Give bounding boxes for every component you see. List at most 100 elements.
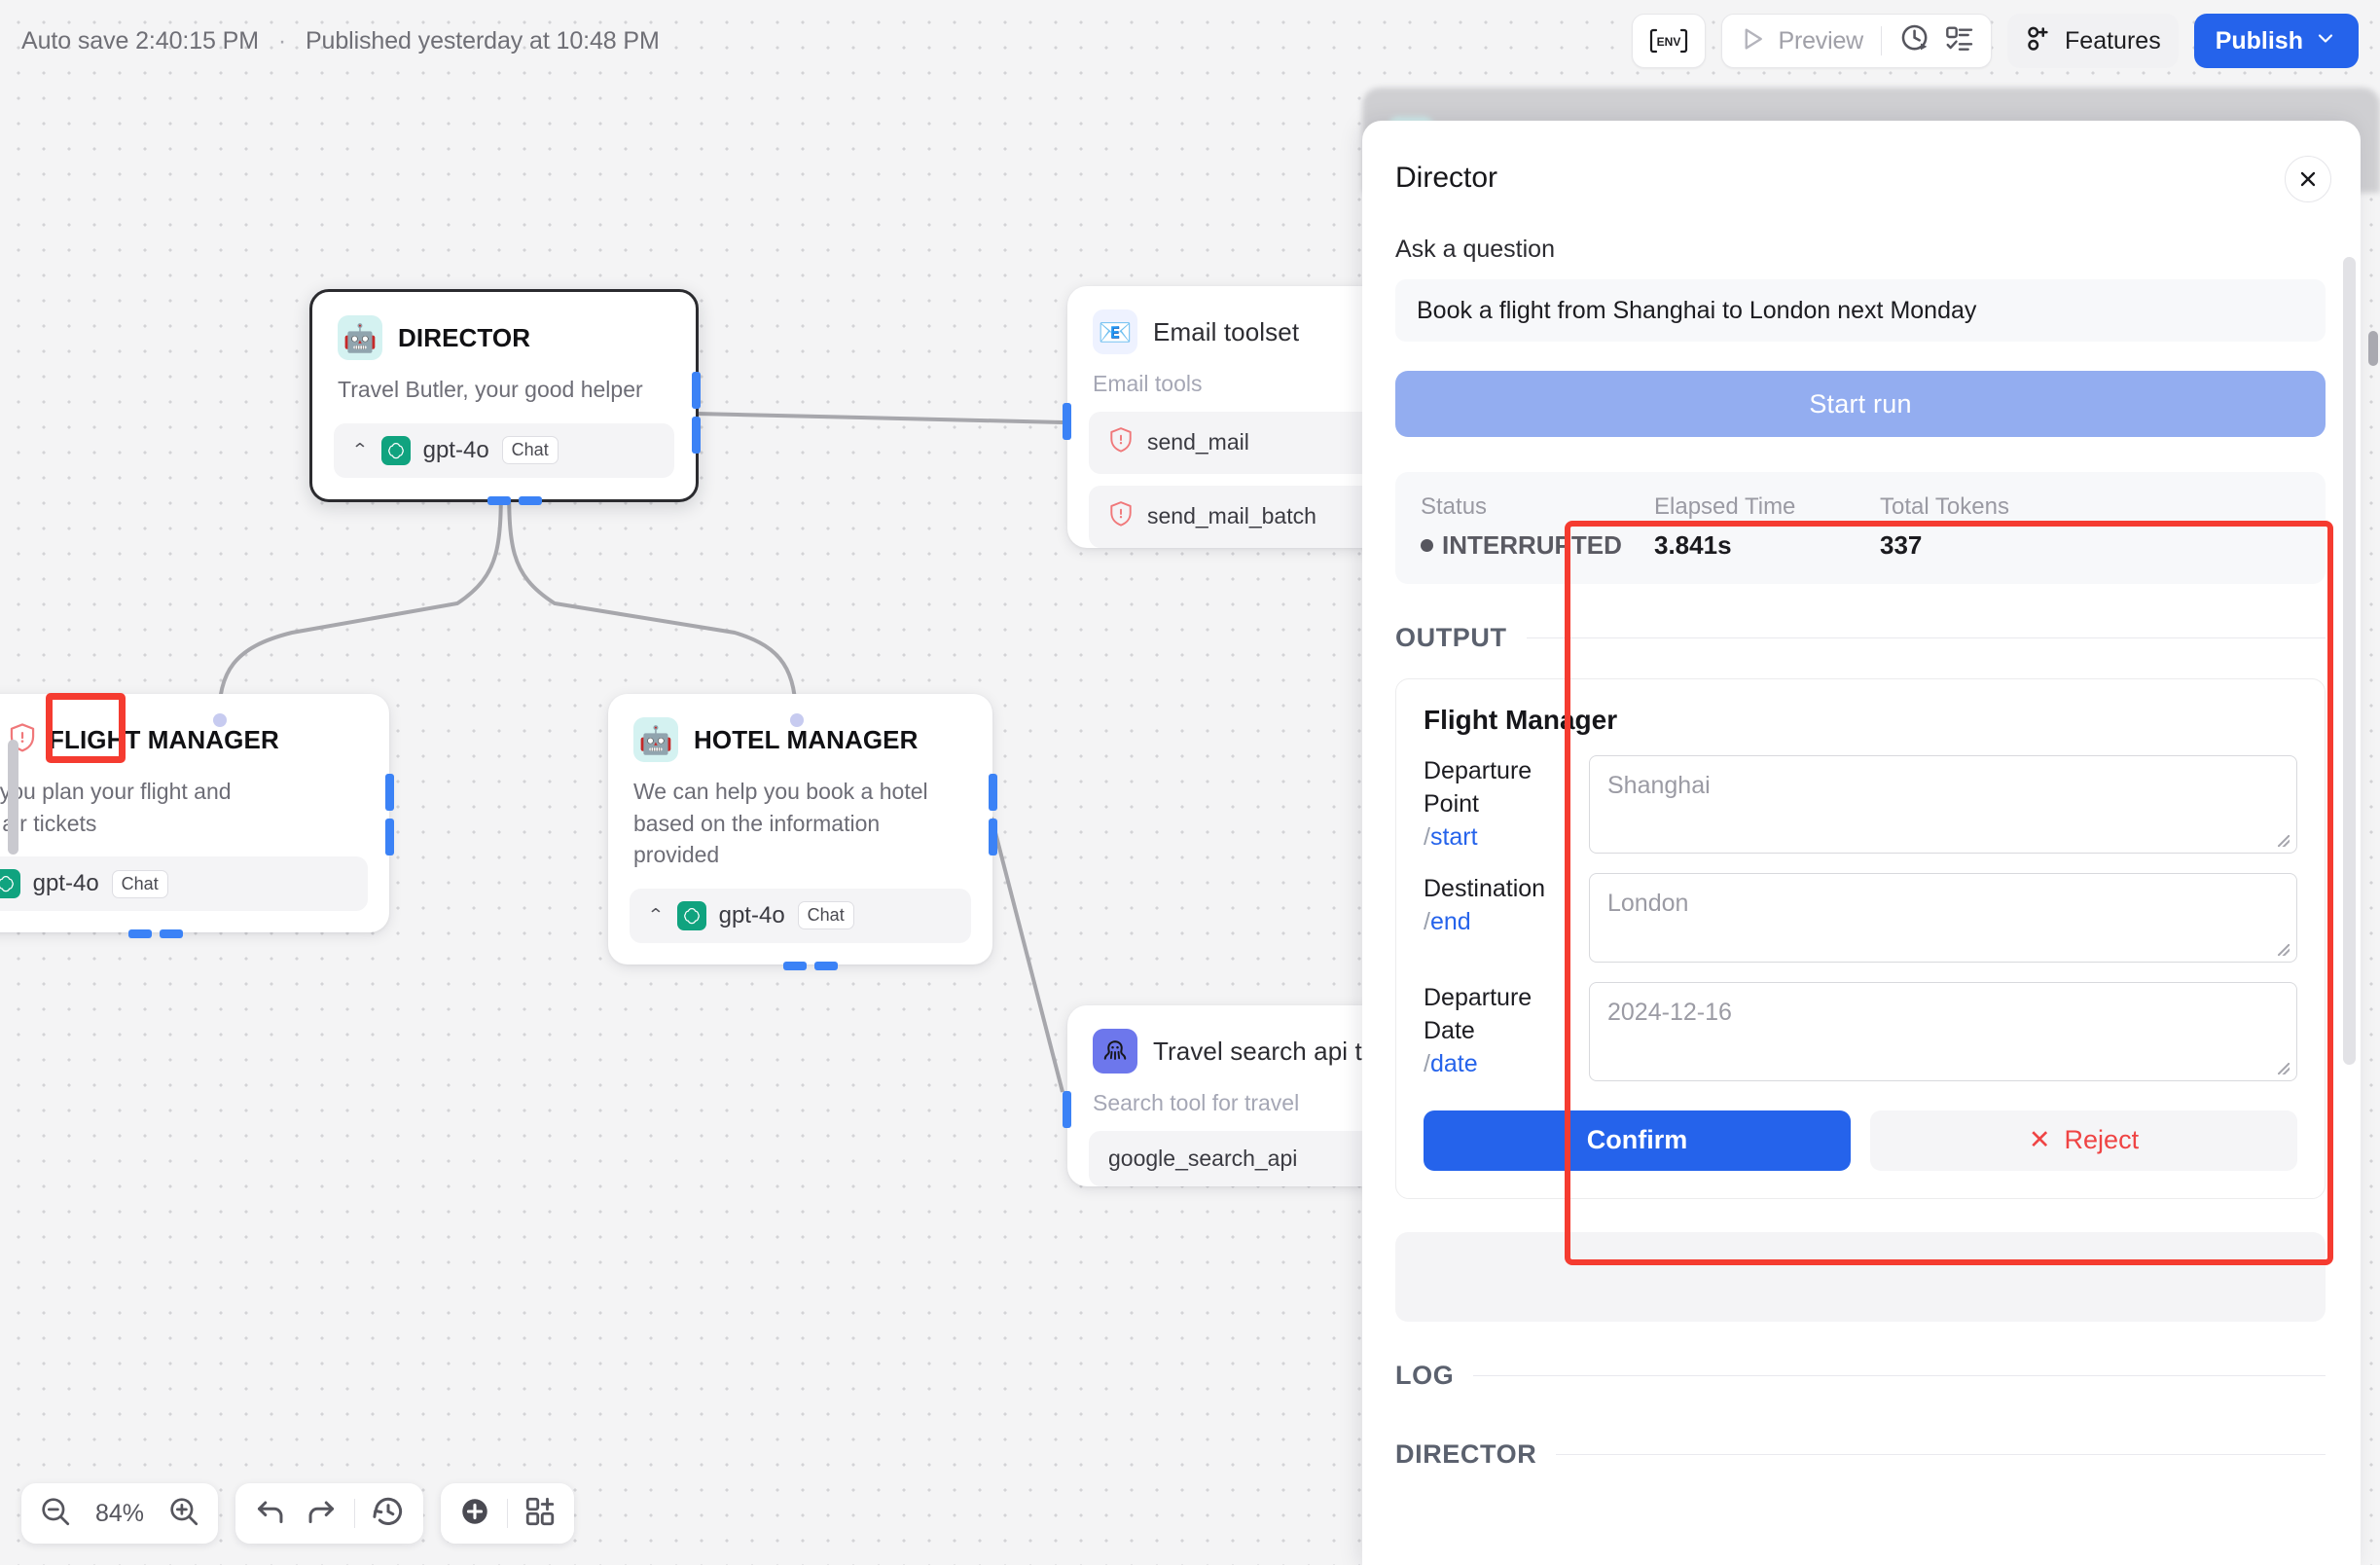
ask-question-label: Ask a question [1395, 236, 1555, 263]
node-hotel-manager-model[interactable]: ⌃ gpt-4o Chat [630, 888, 971, 943]
checklist-icon[interactable] [1944, 23, 1975, 59]
openai-icon [380, 435, 411, 465]
node-flight-manager-port-right-1[interactable] [385, 774, 394, 811]
stat-elapsed-label: Elapsed Time [1654, 493, 1796, 520]
field-departure-date: Departure Date /date 2024-12-16 [1424, 982, 2297, 1081]
node-flight-manager-port-bottom-2[interactable] [160, 929, 183, 939]
output-section-header: OUTPUT [1395, 623, 2326, 653]
preview-label[interactable]: Preview [1779, 27, 1864, 55]
output-card-actions: Confirm ✕ Reject [1424, 1110, 2297, 1171]
node-travel-search-port-left[interactable] [1063, 1091, 1071, 1128]
zoom-in-icon[interactable] [167, 1495, 200, 1533]
node-hotel-manager[interactable]: 🤖 HOTEL MANAGER We can help you book a h… [608, 694, 997, 970]
top-bar-actions: ENV Preview Features Publish [1631, 14, 2359, 68]
field-destination-slug: /end [1424, 906, 1569, 939]
publish-label: Publish [2215, 26, 2303, 55]
field-label-text: Destination [1424, 875, 1546, 903]
panel-close-button[interactable] [2285, 156, 2331, 202]
slug-name: end [1429, 908, 1471, 935]
node-travel-search-title: Travel search api tool [1153, 1036, 1396, 1066]
play-icon[interactable] [1738, 24, 1767, 58]
log-section-header: LOG [1395, 1361, 2326, 1391]
node-flight-manager-model-tag: Chat [111, 869, 168, 898]
ask-question-input[interactable]: Book a flight from Shanghai to London ne… [1395, 279, 2326, 342]
version-history-icon[interactable] [371, 1494, 406, 1534]
start-run-button[interactable]: Start run [1395, 371, 2326, 437]
env-icon: ENV [1649, 28, 1687, 54]
canvas-toolbar: 84% [21, 1483, 574, 1544]
node-hotel-manager-port-bottom-1[interactable] [783, 961, 807, 970]
node-director-model-name: gpt-4o [422, 436, 489, 463]
node-email-toolset-port-left[interactable] [1063, 403, 1071, 440]
zoom-out-icon[interactable] [39, 1495, 72, 1533]
node-director-desc: Travel Butler, your good helper [338, 377, 643, 402]
stat-elapsed-time: Elapsed Time 3.841s [1654, 493, 1880, 561]
zoom-level[interactable]: 84% [88, 1500, 152, 1528]
node-director-port-bottom-2[interactable] [519, 495, 542, 505]
node-hotel-manager-model-name: gpt-4o [718, 901, 785, 928]
tool-send-mail-batch-label: send_mail_batch [1147, 503, 1316, 529]
history-toolbar [235, 1483, 423, 1544]
stat-status: Status INTERRUPTED [1421, 493, 1654, 561]
add-feature-icon [2025, 24, 2054, 58]
features-label: Features [2065, 26, 2161, 55]
run-history-icon[interactable] [1899, 22, 1932, 60]
publish-button[interactable]: Publish [2193, 14, 2359, 68]
section-divider [1556, 1453, 2326, 1455]
stat-elapsed-value: 3.841s [1654, 530, 1732, 560]
email-icon: 📧 [1093, 309, 1137, 354]
section-divider [1526, 637, 2326, 638]
collapse-icon: ⌃ [647, 906, 665, 926]
node-flight-manager-desc: Help you plan your flight and book air t… [0, 779, 232, 836]
features-button[interactable]: Features [2007, 14, 2179, 68]
node-director-port-bottom-1[interactable] [487, 495, 511, 505]
node-director[interactable]: 🤖 DIRECTOR Travel Butler, your good help… [309, 289, 701, 505]
run-panel-card: Director Ask a question Book a flight fr… [1362, 121, 2361, 1565]
node-hotel-manager-model-tag: Chat [797, 901, 854, 930]
slug-prefix: / [1424, 822, 1430, 851]
redo-icon[interactable] [304, 1494, 339, 1534]
stat-total-tokens: Total Tokens 337 [1880, 493, 2009, 561]
outer-scrollbar[interactable] [2368, 331, 2378, 366]
field-destination-input[interactable]: London [1589, 873, 2297, 964]
canvas-scrollbar[interactable] [8, 740, 18, 855]
node-hotel-manager-port-right-2[interactable] [989, 819, 997, 855]
preview-group: Preview [1720, 14, 1993, 68]
node-hotel-manager-port-top[interactable] [790, 713, 804, 727]
node-flight-manager-model[interactable]: ⌃ gpt-4o Chat [0, 856, 368, 912]
undo-icon[interactable] [253, 1494, 288, 1534]
stat-tokens-label: Total Tokens [1880, 493, 2009, 520]
field-label-text: Departure Date [1424, 984, 1533, 1044]
run-panel-content: Director Ask a question Book a flight fr… [1362, 121, 2361, 1565]
tool-send-mail-label: send_mail [1147, 429, 1249, 455]
close-icon [2300, 171, 2316, 187]
node-flight-manager[interactable]: 🤖 FLIGHT MANAGER Help you plan your flig… [0, 694, 394, 939]
node-director-model[interactable]: ⌃ gpt-4o Chat [334, 422, 674, 478]
panel-scrollbar[interactable] [2343, 257, 2356, 1065]
slug-name: date [1429, 1049, 1478, 1077]
add-node-icon[interactable] [458, 1495, 491, 1533]
env-button[interactable]: ENV [1631, 14, 1706, 68]
octopus-icon [1093, 1029, 1137, 1074]
field-destination-label: Destination /end [1424, 873, 1569, 963]
toolbar-divider [354, 1499, 355, 1528]
panel-title: Director [1395, 162, 1498, 194]
field-departure-point-input[interactable]: Shanghai [1589, 755, 2297, 855]
node-hotel-manager-port-bottom-2[interactable] [814, 961, 838, 970]
field-departure-point: Departure Point /start Shanghai [1424, 755, 2297, 855]
node-director-port-right-2[interactable] [692, 417, 701, 454]
tool-google-search-api-label: google_search_api [1108, 1145, 1298, 1171]
node-hotel-manager-port-right-1[interactable] [989, 774, 997, 811]
log-heading: LOG [1395, 1360, 1455, 1390]
field-departure-date-input[interactable]: 2024-12-16 [1589, 982, 2297, 1081]
field-departure-point-slug: /start [1424, 821, 1569, 855]
reject-button[interactable]: ✕ Reject [1870, 1110, 2297, 1171]
node-flight-manager-port-right-2[interactable] [385, 819, 394, 855]
openai-icon [676, 900, 706, 930]
add-block-icon[interactable] [523, 1495, 557, 1533]
node-director-port-right-1[interactable] [692, 372, 701, 409]
node-flight-manager-port-bottom-1[interactable] [128, 929, 152, 939]
confirm-button[interactable]: Confirm [1424, 1110, 1851, 1171]
node-flight-manager-title: FLIGHT MANAGER [49, 724, 279, 754]
node-flight-manager-port-top[interactable] [213, 713, 227, 727]
